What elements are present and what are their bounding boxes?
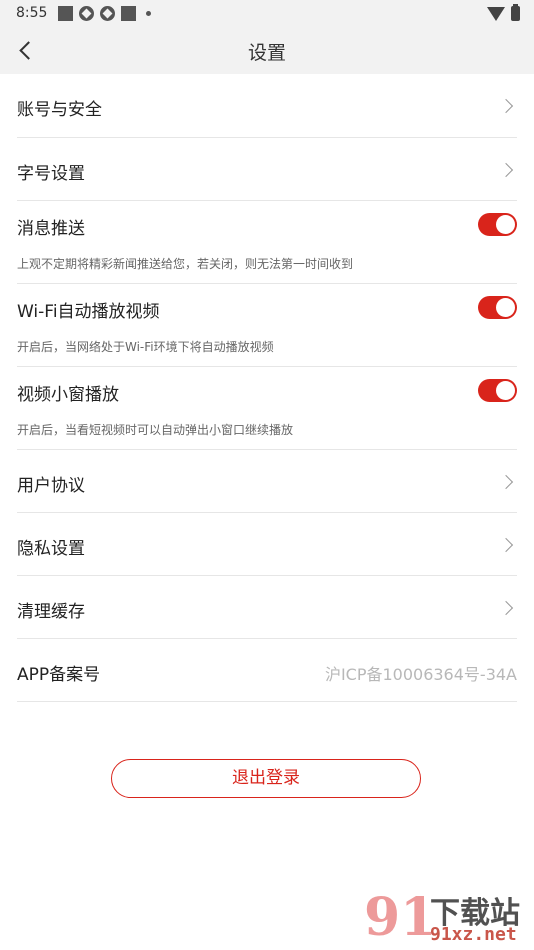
status-bar: 8:55 xyxy=(0,0,534,28)
more-notifications-icon xyxy=(146,11,151,16)
item-description: 开启后，当看短视频时可以自动弹出小窗口继续播放 xyxy=(17,423,294,437)
app-header: 设置 xyxy=(0,28,534,74)
site-watermark-logo: 91 下载站 91xz.net xyxy=(364,888,534,950)
item-label: Wi-Fi自动播放视频 xyxy=(17,302,160,322)
item-description: 上观不定期将精彩新闻推送给您，若关闭，则无法第一时间收到 xyxy=(17,257,354,271)
settings-item-agreement[interactable]: 用户协议 xyxy=(17,450,517,513)
icp-number: 沪ICP备10006364号-34A xyxy=(324,665,517,684)
battery-icon xyxy=(511,4,520,21)
watermark-number: 91 xyxy=(364,887,437,948)
settings-item-privacy[interactable]: 隐私设置 xyxy=(17,513,517,576)
settings-item-wifi-autoplay: Wi-Fi自动播放视频 开启后，当网络处于Wi-Fi环境下将自动播放视频 xyxy=(17,284,517,367)
mini-window-toggle[interactable] xyxy=(478,379,517,402)
settings-item-icp: APP备案号 沪ICP备10006364号-34A xyxy=(17,639,517,702)
page-title: 设置 xyxy=(247,42,286,64)
wifi-autoplay-toggle[interactable] xyxy=(478,296,517,319)
system-icons xyxy=(487,4,520,21)
logout-button[interactable]: 退出登录 xyxy=(111,759,421,798)
status-time: 8:55 xyxy=(16,5,48,21)
chevron-right-icon xyxy=(498,600,514,616)
notification-icons xyxy=(58,6,151,21)
item-label: 隐私设置 xyxy=(17,539,85,559)
notification-square-icon xyxy=(58,6,73,21)
item-description: 开启后，当网络处于Wi-Fi环境下将自动播放视频 xyxy=(17,340,274,354)
push-toggle[interactable] xyxy=(478,213,517,236)
notification-square-icon xyxy=(121,6,136,21)
item-label: 消息推送 xyxy=(17,219,85,239)
settings-item-account[interactable]: 账号与安全 xyxy=(17,75,517,138)
item-label: APP备案号 xyxy=(17,665,101,685)
item-label: 字号设置 xyxy=(17,164,85,184)
settings-item-push: 消息推送 上观不定期将精彩新闻推送给您，若关闭，则无法第一时间收到 xyxy=(17,201,517,284)
settings-item-cache[interactable]: 清理缓存 xyxy=(17,576,517,639)
item-label: 用户协议 xyxy=(17,476,85,496)
wifi-icon xyxy=(487,6,505,21)
watermark-url: 91xz.net xyxy=(430,924,517,945)
settings-item-mini-window: 视频小窗播放 开启后，当看短视频时可以自动弹出小窗口继续播放 xyxy=(17,367,517,450)
item-label: 账号与安全 xyxy=(17,100,102,120)
notification-app-icon xyxy=(79,6,94,21)
settings-item-font-size[interactable]: 字号设置 xyxy=(17,138,517,201)
chevron-right-icon xyxy=(498,98,514,114)
chevron-right-icon xyxy=(498,162,514,178)
item-label: 视频小窗播放 xyxy=(17,385,119,405)
chevron-right-icon xyxy=(498,474,514,490)
chevron-right-icon xyxy=(498,537,514,553)
notification-app-icon xyxy=(100,6,115,21)
item-label: 清理缓存 xyxy=(17,602,85,622)
